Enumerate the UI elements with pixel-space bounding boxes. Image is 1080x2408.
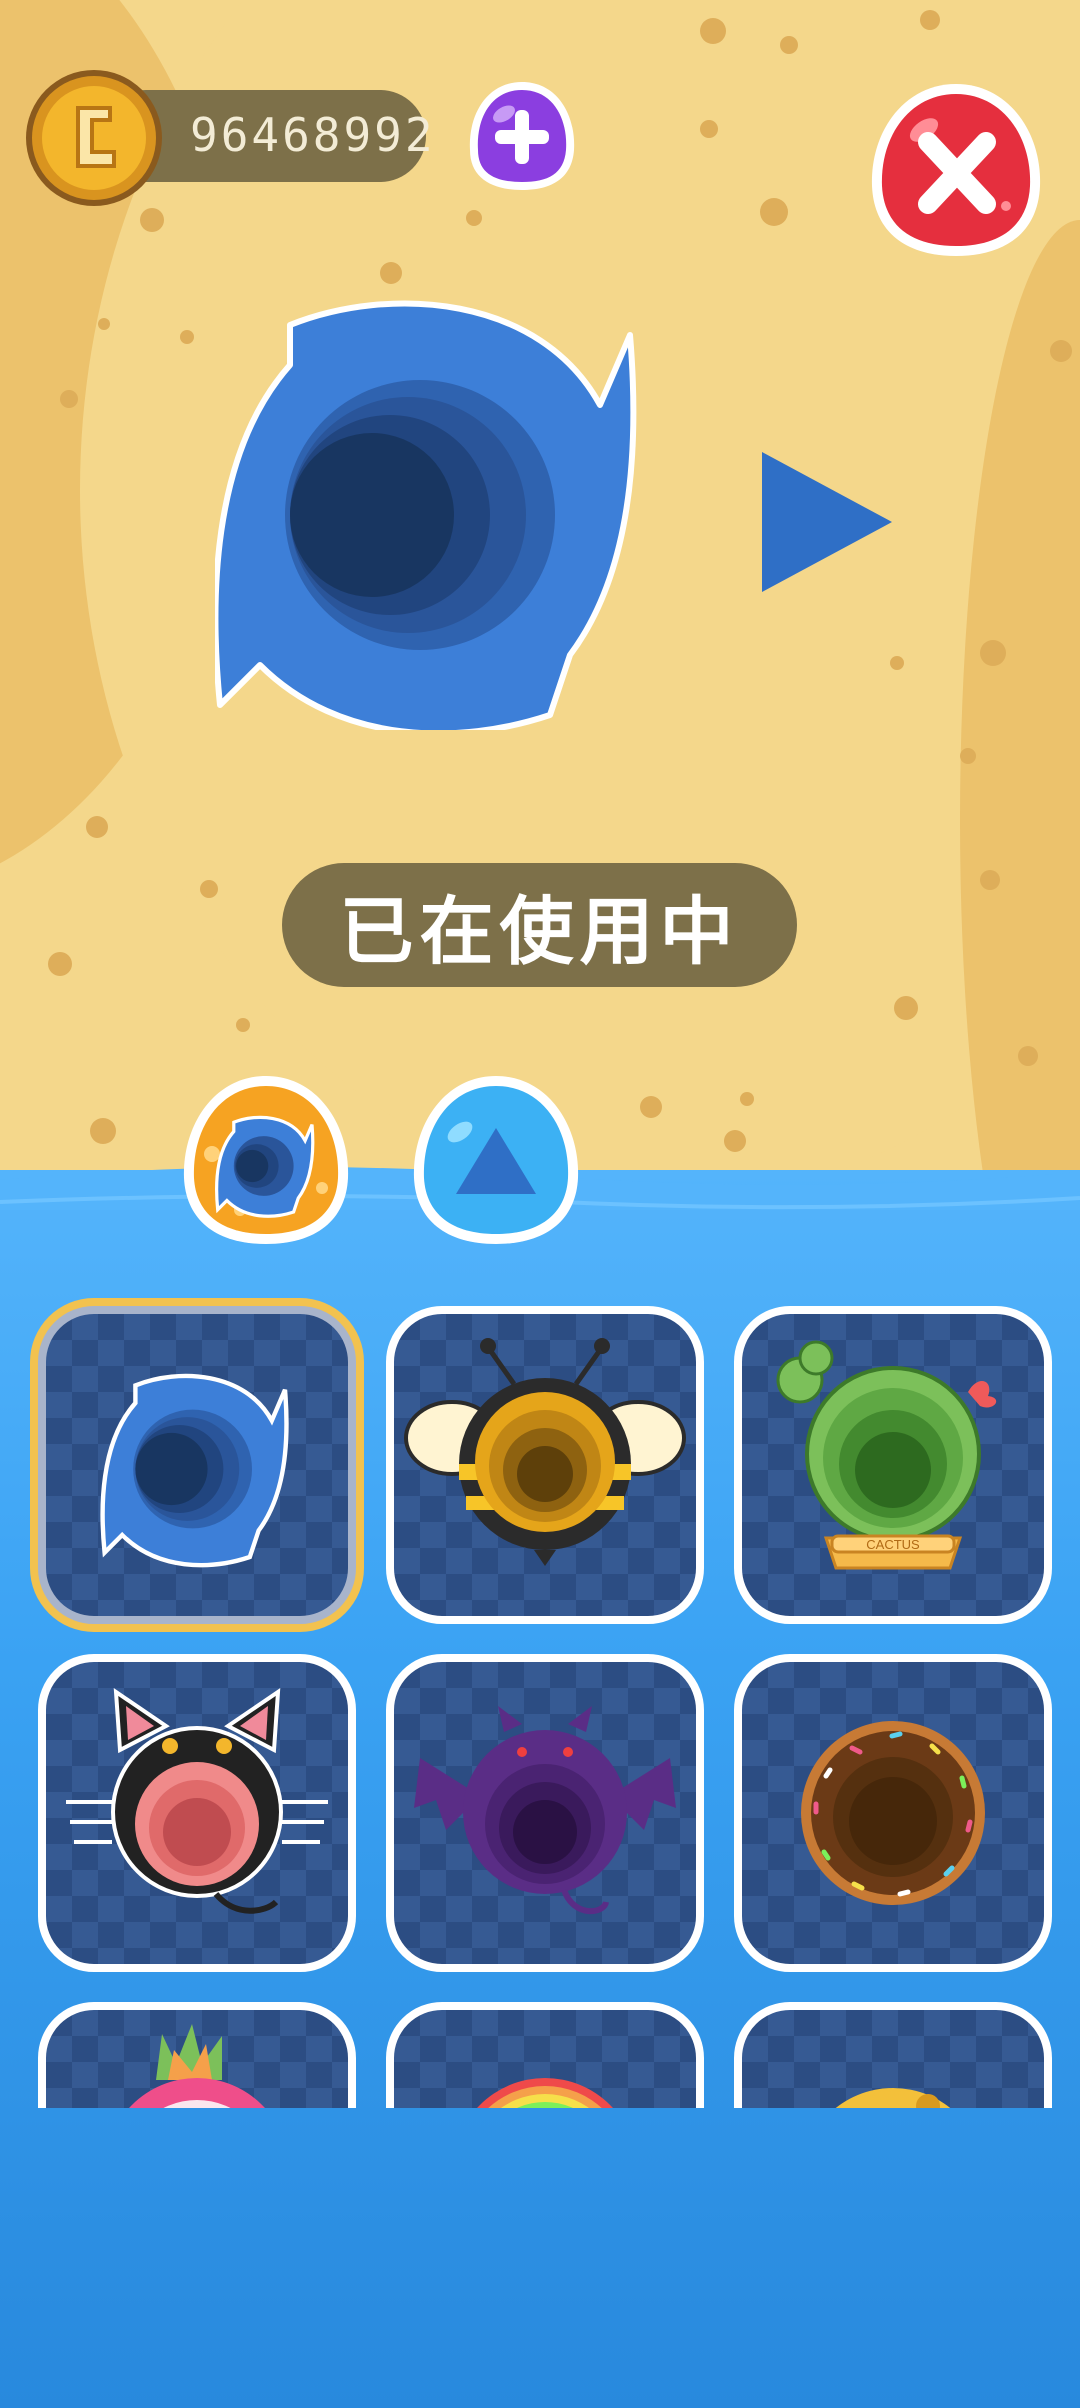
skin-grid[interactable]: CACTUS: [0, 1290, 1080, 2108]
skin-card-bee[interactable]: [386, 1306, 704, 1624]
tab-skins[interactable]: [176, 1070, 356, 1250]
coin-icon: [26, 70, 162, 206]
skin-card-cheese[interactable]: [734, 2002, 1052, 2108]
add-coins-button[interactable]: [462, 76, 582, 196]
bee-hole-icon: [404, 1338, 686, 1566]
coin-amount: 96468992: [190, 108, 436, 162]
skin-card-rainbow[interactable]: [386, 2002, 704, 2108]
tab-shapes[interactable]: [406, 1070, 586, 1250]
donut-hole-icon: [801, 1721, 985, 1905]
skin-card-cactus[interactable]: CACTUS: [734, 1306, 1052, 1624]
cactus-label: CACTUS: [866, 1537, 920, 1552]
skin-preview: [215, 300, 637, 730]
cat-hole-icon: [66, 1688, 328, 1914]
rainbow-hole-icon: [477, 2078, 613, 2108]
next-skin-arrow[interactable]: [762, 452, 892, 592]
skin-card-swirl[interactable]: [38, 1306, 356, 1624]
skin-card-bat[interactable]: [386, 1654, 704, 1972]
cactus-hole-icon: CACTUS: [776, 1340, 997, 1570]
skin-card-dragonfruit[interactable]: [38, 2002, 356, 2108]
bat-hole-icon: [414, 1706, 676, 1915]
close-button[interactable]: [866, 80, 1046, 260]
dragonfruit-hole-icon: [129, 2024, 265, 2108]
skin-card-donut[interactable]: [734, 1654, 1052, 1972]
status-in-use-label: 已在使用中: [282, 863, 797, 987]
cheese-hole-icon: [835, 2088, 951, 2108]
skin-card-cat[interactable]: [38, 1654, 356, 1972]
swirl-hole-icon: [100, 1373, 289, 1568]
